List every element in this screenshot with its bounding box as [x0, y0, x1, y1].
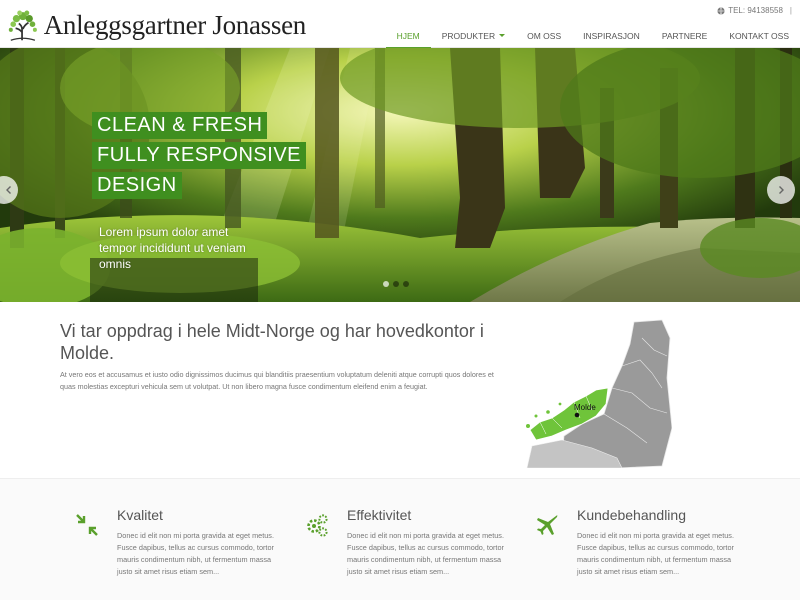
nav-label: KONTAKT OSS [729, 31, 789, 41]
slider-next-button[interactable] [767, 176, 795, 204]
nav-item-partnere[interactable]: PARTNERE [651, 24, 719, 48]
hero-slider: CLEAN & FRESH FULLY RESPONSIVE DESIGN Lo… [0, 48, 800, 302]
nav-label: PARTNERE [661, 31, 708, 41]
caret-down-icon [499, 34, 506, 38]
map-label-molde: Molde [574, 403, 596, 412]
compress-arrows-icon [76, 514, 98, 536]
chevron-left-icon [6, 186, 11, 194]
slider-dot[interactable] [403, 281, 409, 287]
slider-dot[interactable] [393, 281, 399, 287]
tree-logo-icon [8, 10, 37, 41]
feature-title: Kundebehandling [577, 507, 686, 523]
nav-label: HJEM [396, 31, 420, 41]
hero-heading-line: CLEAN & FRESH [92, 112, 268, 139]
nav-label: OM OSS [527, 31, 562, 41]
nav-item-produkter[interactable]: PRODUKTER [431, 24, 516, 48]
feature-text: Donec id elit non mi porta gravida at eg… [347, 531, 504, 576]
location-pin-icon [574, 412, 580, 418]
hero-subtext: Lorem ipsum dolor amet tempor incididunt… [99, 225, 246, 271]
feature-title: Kvalitet [117, 507, 163, 523]
chevron-right-icon [779, 186, 784, 194]
slider-dot[interactable] [383, 281, 389, 287]
nav-label: INSPIRASJON [583, 31, 640, 41]
contact-bar: TEL: 94138558 | [717, 6, 792, 15]
site-header: Anleggsgartner Jonassen TEL: 94138558 | … [0, 0, 800, 49]
nav-label: PRODUKTER [441, 31, 496, 41]
hero-heading-line: FULLY RESPONSIVE [92, 142, 306, 169]
nav-item-inspirasjon[interactable]: INSPIRASJON [572, 24, 651, 48]
gears-icon [307, 514, 328, 537]
globe-icon [717, 6, 725, 15]
site-logo[interactable]: Anleggsgartner Jonassen [6, 4, 306, 46]
phone-number[interactable]: TEL: 94138558 [728, 6, 783, 15]
region-map-image: Molde [526, 319, 672, 468]
feature-title: Effektivitet [347, 507, 412, 523]
intro-title: Vi tar oppdrag i hele Midt-Norge og har … [60, 321, 484, 363]
plane-icon [537, 515, 558, 535]
intro-text: At vero eos et accusamus et iusto odio d… [60, 370, 494, 391]
nav-item-kontakt-oss[interactable]: KONTAKT OSS [718, 24, 800, 48]
logo-text: Anleggsgartner Jonassen [43, 9, 307, 40]
nav-item-om-oss[interactable]: OM OSS [516, 24, 572, 48]
hero-heading: CLEAN & FRESH FULLY RESPONSIVE DESIGN [92, 112, 306, 202]
features-section: Kvalitet Donec id elit non mi porta grav… [0, 478, 800, 600]
feature-text: Donec id elit non mi porta gravida at eg… [117, 531, 274, 576]
slider-pagination [383, 281, 409, 287]
feature-text: Donec id elit non mi porta gravida at eg… [577, 531, 734, 576]
nav-item-hjem[interactable]: HJEM [385, 24, 431, 49]
hero-heading-line: DESIGN [92, 172, 182, 199]
main-nav: HJEM PRODUKTER OM OSS INSPIRASJON PARTNE… [385, 24, 800, 49]
topbar-separator: | [789, 6, 792, 15]
